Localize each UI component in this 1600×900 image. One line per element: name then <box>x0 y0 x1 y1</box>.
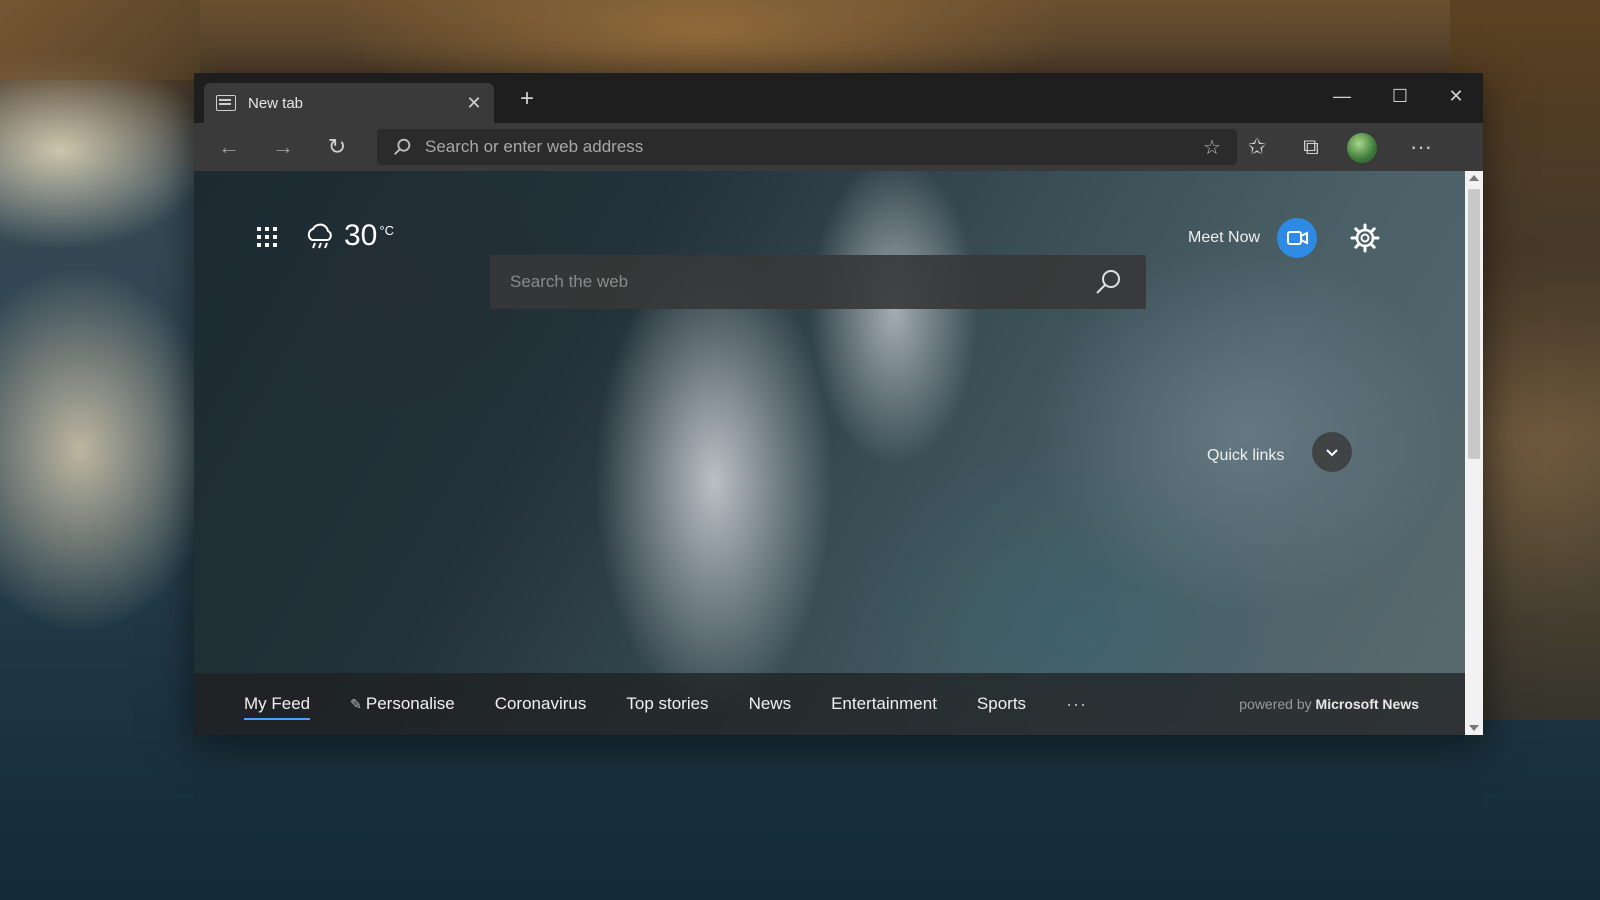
temperature-unit: °C <box>379 222 394 238</box>
settings-more-icon[interactable]: ··· <box>1404 131 1438 163</box>
address-input[interactable] <box>423 136 1197 158</box>
back-button[interactable]: ← <box>212 131 246 163</box>
close-window-button[interactable]: ✕ <box>1436 81 1476 111</box>
search-icon <box>394 138 411 155</box>
scroll-down-arrow-icon[interactable] <box>1469 725 1479 731</box>
news-tab-personalise[interactable]: ✎ Personalise <box>350 694 455 714</box>
search-icon[interactable] <box>1092 266 1124 298</box>
news-more-button[interactable]: ··· <box>1066 694 1087 715</box>
refresh-button[interactable]: ↻ <box>320 131 354 163</box>
address-bar[interactable]: ☆ <box>377 129 1237 165</box>
news-tab-coronavirus[interactable]: Coronavirus <box>495 694 587 714</box>
quick-links-label[interactable]: Quick links <box>1207 447 1284 465</box>
news-tab-personalise-label: Personalise <box>365 694 455 713</box>
news-navigation: My Feed ✎ Personalise Coronavirus Top sto… <box>194 673 1465 735</box>
minimize-button[interactable]: — <box>1322 81 1362 111</box>
app-launcher-icon[interactable] <box>256 226 278 248</box>
meet-now-label[interactable]: Meet Now <box>1188 229 1260 247</box>
powered-by-attribution: powered by Microsoft News <box>1239 696 1419 712</box>
forward-button[interactable]: → <box>266 131 300 163</box>
favorites-icon[interactable]: ✩ <box>1240 131 1274 163</box>
scrollbar-thumb[interactable] <box>1468 189 1480 459</box>
tab-title: New tab <box>248 94 304 112</box>
rain-cloud-icon <box>307 223 332 249</box>
tab-new-tab[interactable]: New tab ✕ <box>204 83 494 123</box>
pencil-icon: ✎ <box>350 696 362 712</box>
title-bar: New tab ✕ + — ☐ ✕ <box>194 73 1483 123</box>
new-tab-button[interactable]: + <box>512 85 542 113</box>
chevron-down-icon <box>1326 449 1338 457</box>
web-search-input[interactable] <box>508 271 1092 293</box>
powered-by-prefix: powered by <box>1239 696 1312 712</box>
desktop-wallpaper-left <box>0 0 200 80</box>
collections-icon[interactable]: ⧉ <box>1294 131 1328 163</box>
page-scrollbar[interactable] <box>1465 171 1483 735</box>
gear-icon[interactable] <box>1349 222 1381 254</box>
temperature-value: 30 <box>344 219 378 252</box>
new-tab-page: 30 °C Meet Now Search the web Quick link… <box>194 171 1465 735</box>
news-tab-top-stories[interactable]: Top stories <box>626 694 708 714</box>
newtab-page-icon <box>216 95 236 111</box>
browser-toolbar: ← → ↻ ☆ ✩ ⧉ ··· <box>194 123 1483 171</box>
news-tab-my-feed[interactable]: My Feed <box>244 694 311 720</box>
powered-by-brand: Microsoft News <box>1315 696 1419 712</box>
news-tab-news[interactable]: News <box>749 694 792 714</box>
browser-window: New tab ✕ + — ☐ ✕ ← → ↻ ☆ ✩ ⧉ ··· <box>194 73 1483 735</box>
meet-now-button[interactable] <box>1277 218 1317 258</box>
maximize-button[interactable]: ☐ <box>1380 81 1420 111</box>
tab-close-icon[interactable]: ✕ <box>460 93 488 114</box>
web-search-box[interactable] <box>490 255 1146 309</box>
scroll-up-arrow-icon[interactable] <box>1469 175 1479 181</box>
news-tab-sports[interactable]: Sports <box>977 694 1026 714</box>
profile-avatar[interactable] <box>1347 133 1377 163</box>
favorite-star-icon[interactable]: ☆ <box>1197 135 1227 160</box>
quick-links-toggle[interactable] <box>1312 432 1352 472</box>
news-tab-entertainment[interactable]: Entertainment <box>831 694 937 714</box>
video-camera-icon <box>1287 231 1308 245</box>
weather-widget[interactable]: 30 °C <box>304 219 394 253</box>
